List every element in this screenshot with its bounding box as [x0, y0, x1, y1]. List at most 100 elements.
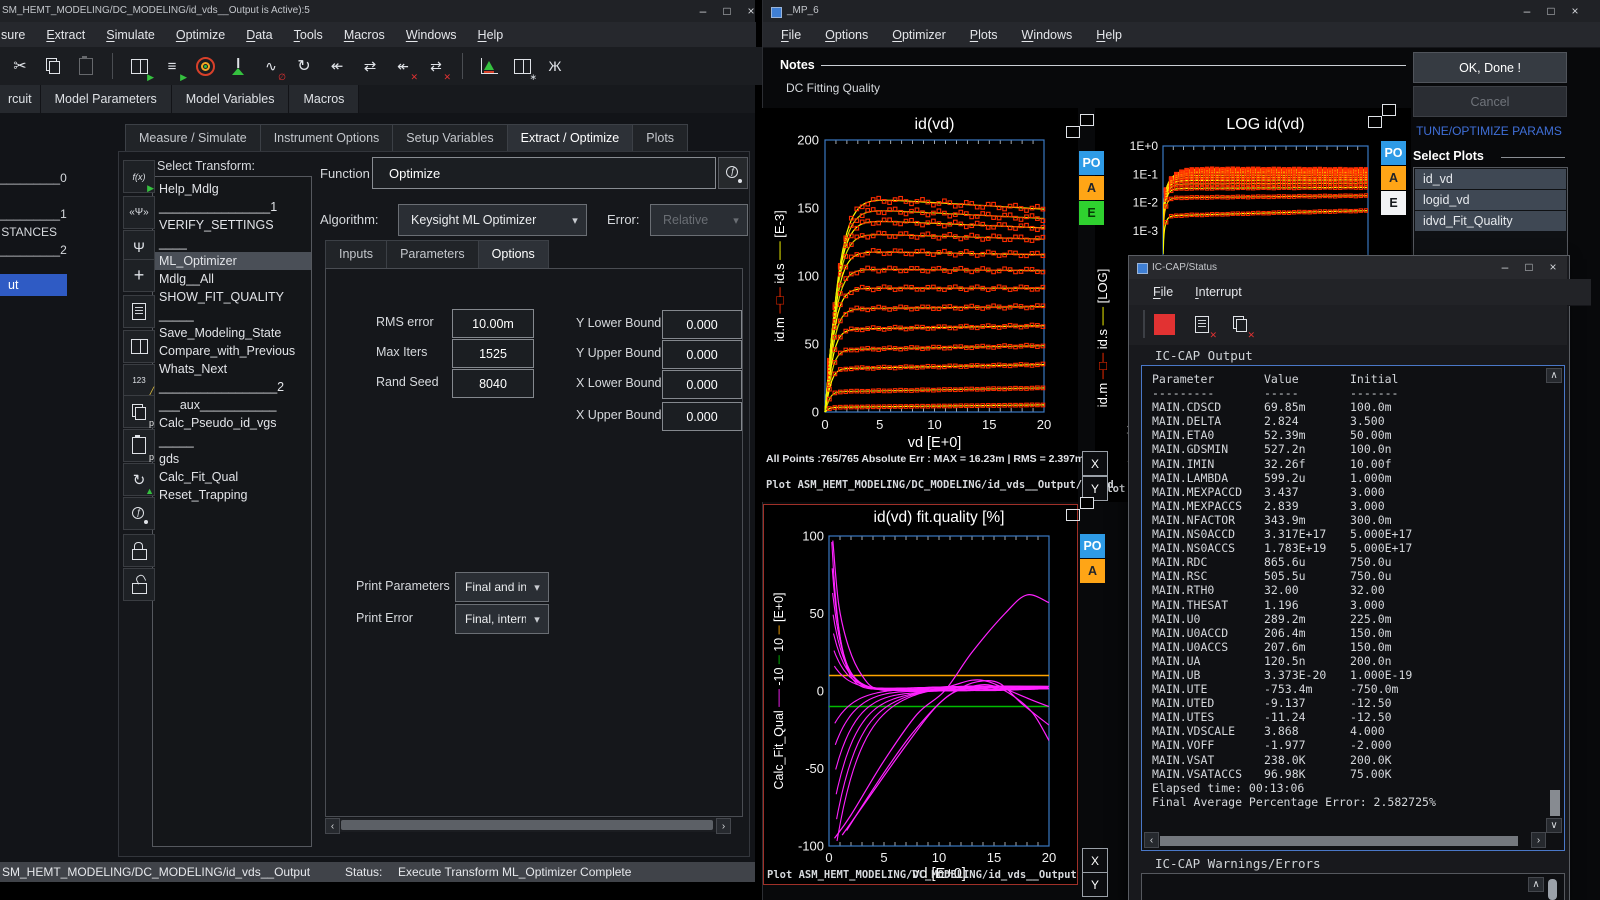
scroll-down-icon[interactable]: ∨: [1546, 818, 1562, 833]
transform-list[interactable]: Help_Mdlg________________1VERIFY_SETTING…: [152, 176, 312, 847]
algorithm-dropdown[interactable]: Keysight ML Optimizer ▾: [398, 204, 587, 236]
warnings-vscroll-thumb[interactable]: [1548, 879, 1557, 900]
mp6-maximize-icon[interactable]: □: [1539, 0, 1563, 22]
plot-list-item-logid-vd[interactable]: logid_vd: [1415, 190, 1566, 210]
plot-erase-icon[interactable]: ∿∅: [258, 53, 284, 79]
tree-item-selected[interactable]: ut: [0, 274, 67, 296]
model-close-icon[interactable]: ×: [739, 0, 763, 22]
plot-list-item-idvd-fit-quality[interactable]: idvd_Fit_Quality: [1415, 211, 1566, 231]
transform-item-whats-next[interactable]: Whats_Next: [153, 360, 311, 378]
idvd-e-button[interactable]: E: [1079, 201, 1104, 225]
fitquality-y-button[interactable]: Y: [1082, 872, 1108, 897]
iccap-titlebar[interactable]: IC-CAP/Status –□×: [1129, 256, 1567, 279]
menu-help[interactable]: Help: [1096, 28, 1122, 42]
scroll-right-icon[interactable]: ›: [1531, 832, 1546, 848]
output-hscroll-thumb[interactable]: [1160, 836, 1518, 846]
scroll-left-icon[interactable]: ‹: [1144, 832, 1159, 848]
idvd-po-button[interactable]: PO: [1079, 151, 1104, 175]
autoscale-chart-icon[interactable]: [476, 53, 502, 79]
logidvd-a-button[interactable]: A: [1381, 166, 1406, 190]
menu-options[interactable]: Options: [825, 28, 868, 42]
transform-item-show-fit-quality[interactable]: SHOW_FIT_QUALITY: [153, 288, 311, 306]
sidebar-view-function-icon[interactable]: [123, 497, 155, 530]
gui-items-icon[interactable]: [126, 334, 152, 360]
model-maximize-icon[interactable]: □: [715, 0, 739, 22]
optimize-target-icon[interactable]: [192, 53, 218, 79]
clear-output-icon[interactable]: ✕: [1189, 311, 1215, 337]
menu-macros[interactable]: Macros: [344, 28, 385, 42]
mp6-close-icon[interactable]: ×: [1563, 0, 1587, 22]
tab-measure-simulate[interactable]: Measure / Simulate: [125, 124, 261, 153]
paste-icon[interactable]: [73, 53, 99, 79]
scroll-up-icon[interactable]: ∧: [1528, 877, 1544, 892]
field-input-y-upper-bound[interactable]: 0.000: [662, 340, 742, 369]
scrollbar-thumb[interactable]: [341, 820, 713, 830]
iccap-maximize-icon[interactable]: □: [1517, 256, 1541, 278]
tab-model-variables[interactable]: Model Variables: [172, 85, 290, 113]
transform-item-2[interactable]: _________________2: [153, 378, 311, 396]
transform-item-save-modeling-state[interactable]: Save_Modeling_State: [153, 324, 311, 342]
tab-plots[interactable]: Plots: [633, 124, 688, 153]
copy-transform-icon[interactable]: p: [126, 399, 152, 425]
output-vscroll-thumb[interactable]: [1550, 790, 1560, 816]
menu-interrupt[interactable]: Interrupt: [1195, 285, 1242, 299]
sidebar-tuner-icon[interactable]: «Ψ»: [123, 196, 155, 229]
idvd-plot[interactable]: 05010015020005101520id(vd)vd [E+0]id.m ─…: [762, 108, 1078, 502]
transform-item-compare-with-previous[interactable]: Compare_with_Previous: [153, 342, 311, 360]
stop-icon[interactable]: [1151, 311, 1177, 337]
transform-item-aux[interactable]: ___aux___________: [153, 396, 311, 414]
menu-tools[interactable]: Tools: [294, 28, 323, 42]
recall-left-icon[interactable]: ↞: [324, 53, 350, 79]
menu-optimize[interactable]: Optimize: [176, 28, 225, 42]
plot-list-item-id-vd[interactable]: id_vd: [1415, 169, 1566, 189]
tab-model-parameters[interactable]: Model Parameters: [41, 85, 172, 113]
model-window-titlebar[interactable]: SM_HEMT_MODELING/DC_MODELING/id_vds__Out…: [0, 0, 755, 22]
iccap-close-icon[interactable]: ×: [1541, 256, 1565, 278]
transform-item-item[interactable]: _____: [153, 306, 311, 324]
mp6-minimize-icon[interactable]: –: [1515, 0, 1539, 22]
field-input-y-lower-bound[interactable]: 0.000: [662, 310, 742, 339]
field-input-max-iters[interactable]: 1525: [452, 339, 534, 368]
tree-item[interactable]: STANCES: [0, 225, 57, 239]
tab-macros[interactable]: Macros: [289, 85, 359, 113]
transform-item-item[interactable]: _____: [153, 432, 311, 450]
field-input-rms-error[interactable]: 10.00m: [452, 309, 534, 338]
clear-both-icon[interactable]: ⇄✕: [423, 53, 449, 79]
tab-setup-variables[interactable]: Setup Variables: [393, 124, 507, 153]
sidebar-paste-transform-icon[interactable]: p: [123, 429, 155, 462]
tab-rcuit[interactable]: rcuit: [0, 85, 41, 113]
sidebar-lock-icon[interactable]: [123, 534, 155, 567]
logidvd-po-button[interactable]: PO: [1381, 141, 1406, 165]
transform-item-calc-pseudo-id-vgs[interactable]: Calc_Pseudo_id_vgs: [153, 414, 311, 432]
cut-icon[interactable]: ✂: [7, 53, 33, 79]
tuner2-icon[interactable]: Ψ: [126, 234, 152, 260]
tune-optimize-link[interactable]: TUNE/OPTIMIZE PARAMS: [1413, 124, 1565, 138]
menu-optimizer[interactable]: Optimizer: [892, 28, 946, 42]
copy-icon[interactable]: [40, 53, 66, 79]
field-input-x-upper-bound[interactable]: 0.000: [662, 402, 742, 431]
iccap-warnings-box[interactable]: ∧: [1141, 873, 1565, 900]
idvd-a-button[interactable]: A: [1079, 176, 1104, 200]
fitquality-x-button[interactable]: X: [1082, 848, 1108, 873]
function-input[interactable]: Optimize: [372, 157, 716, 189]
sidebar-execute-transform-icon[interactable]: f(x)▶: [123, 160, 155, 193]
fitquality-po-button[interactable]: PO: [1080, 534, 1105, 558]
menu-help[interactable]: Help: [478, 28, 504, 42]
tab-inputs[interactable]: Inputs: [325, 240, 387, 269]
paste-transform-icon[interactable]: p: [126, 433, 152, 459]
sidebar-autoscale-icon[interactable]: ↻▲: [123, 463, 155, 496]
model-minimize-icon[interactable]: –: [691, 0, 715, 22]
ok-done-button[interactable]: OK, Done !: [1413, 52, 1567, 83]
menu-plots[interactable]: Plots: [970, 28, 998, 42]
new-transform-icon[interactable]: +: [126, 263, 152, 289]
debug-icon[interactable]: Ж: [542, 53, 568, 79]
field-input-x-lower-bound[interactable]: 0.000: [662, 370, 742, 399]
tree-item[interactable]: _________2: [0, 243, 57, 257]
sidebar-import-icon[interactable]: [123, 295, 155, 328]
menu-sure[interactable]: sure: [1, 28, 25, 42]
transform-item-mdlg-all[interactable]: Mdlg__All: [153, 270, 311, 288]
tab-parameters[interactable]: Parameters: [387, 240, 479, 269]
fitquality-plot[interactable]: -100-5005010005101520id(vd) fit.quality …: [765, 506, 1076, 882]
transform-item-1[interactable]: ________________1: [153, 198, 311, 216]
function-browse-button[interactable]: [718, 157, 748, 189]
